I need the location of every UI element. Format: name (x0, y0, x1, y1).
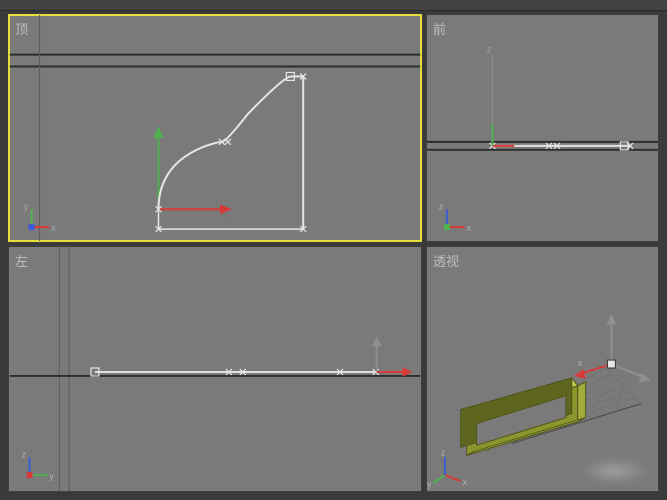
viewport-left-scene: z y (9, 247, 421, 491)
svg-text:x: x (463, 477, 468, 487)
svg-text:z: z (22, 449, 27, 459)
viewport-left[interactable]: 左 (8, 246, 422, 492)
svg-text:y: y (49, 471, 54, 481)
svg-text:x: x (222, 213, 227, 224)
svg-text:x: x (467, 223, 472, 233)
frame-object (461, 378, 586, 455)
viewport-front[interactable]: 前 z (426, 14, 659, 242)
viewport-label-top: 顶 (15, 19, 28, 38)
viewport-top-scene: y x x y (9, 15, 421, 241)
viewport-perspective[interactable]: 透视 (426, 246, 659, 492)
viewport-front-scene: z x z (427, 15, 658, 241)
svg-text:x: x (51, 223, 56, 233)
svg-text:y: y (164, 132, 169, 143)
watermark-smudge (580, 459, 650, 483)
top-bar (0, 0, 667, 11)
viewport-top[interactable]: 顶 y x (8, 14, 422, 242)
viewport-label-left: 左 (15, 251, 28, 270)
viewport-label-front: 前 (433, 19, 446, 38)
app-root: 顶 y x (0, 0, 667, 500)
viewport-label-perspective: 透视 (433, 251, 459, 270)
svg-text:y: y (24, 201, 29, 211)
svg-text:y: y (427, 479, 432, 489)
svg-text:z: z (441, 447, 446, 457)
svg-text:z: z (486, 45, 491, 56)
svg-text:z: z (439, 201, 444, 211)
svg-text:x: x (578, 358, 583, 368)
viewport-perspective-scene: x x y z (427, 247, 658, 491)
